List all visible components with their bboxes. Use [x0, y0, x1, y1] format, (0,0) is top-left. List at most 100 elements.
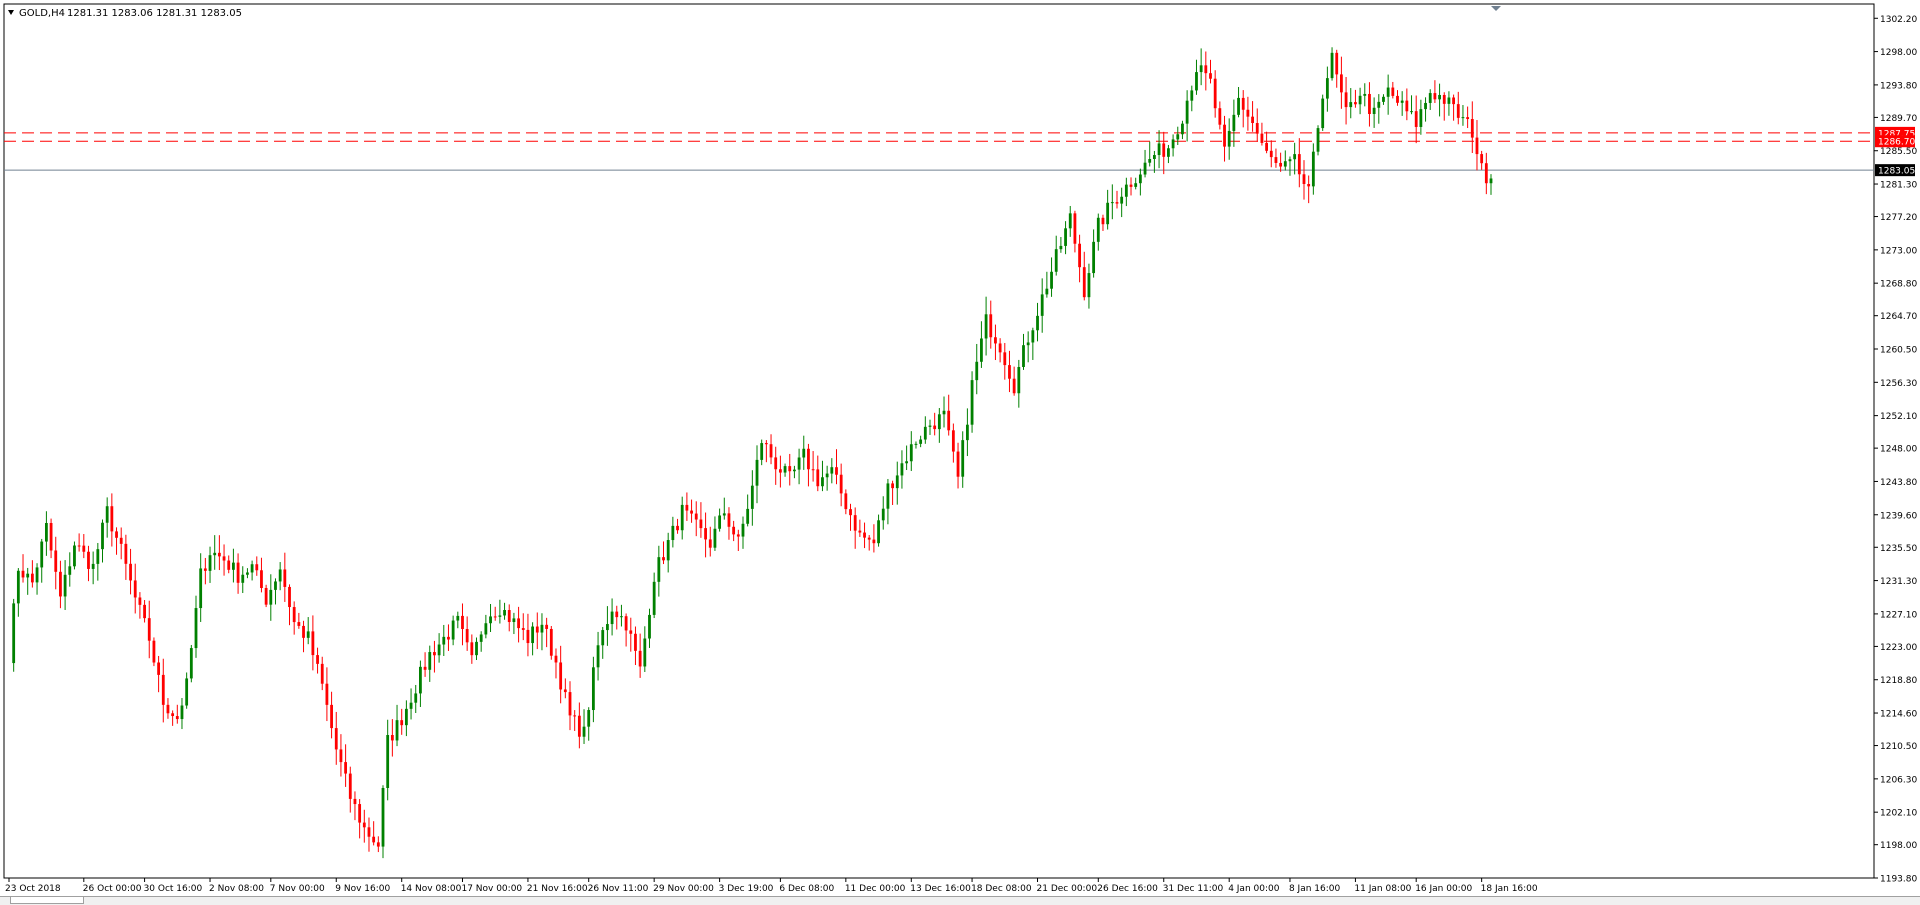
y-tick-label: 1293.80 [1880, 81, 1917, 91]
candle-body [400, 720, 404, 726]
candle-body [12, 603, 16, 664]
candle-body [577, 715, 581, 737]
chart-header: GOLD,H4 1281.31 1283.06 1281.31 1283.05 [8, 8, 242, 19]
candle-body [615, 611, 619, 618]
candle-body [484, 623, 488, 635]
candle-body [26, 573, 30, 578]
candle-body [1461, 117, 1465, 119]
candle-body [671, 525, 675, 541]
x-tick-label: 23 Oct 2018 [5, 884, 61, 894]
candle-body [1438, 94, 1441, 100]
candle-body [1382, 96, 1385, 102]
candle-body [582, 726, 586, 737]
x-tick-label: 14 Nov 08:00 [401, 884, 462, 894]
candle-body [1101, 217, 1105, 225]
current-price-tag: 1283.05 [1875, 164, 1915, 177]
candle-body [194, 608, 198, 649]
candle-body [793, 469, 796, 472]
candle-body [1316, 128, 1320, 152]
candle-body [652, 581, 656, 615]
level-price-tag-2-text: 1286.70 [1878, 138, 1915, 148]
candle-body [1185, 100, 1189, 124]
candle-body [1209, 73, 1212, 79]
candle-body [199, 568, 203, 609]
candle-body [905, 461, 909, 464]
candle-body [217, 552, 221, 557]
candle-body [311, 631, 315, 656]
candle-body [802, 448, 806, 458]
y-tick-label: 1239.60 [1880, 511, 1917, 521]
candle [1321, 94, 1325, 131]
candle-body [521, 628, 525, 630]
y-tick-label: 1214.60 [1880, 710, 1917, 720]
candle [970, 371, 974, 433]
current-price-tag-text: 1283.05 [1878, 167, 1915, 177]
candle-body [433, 652, 436, 656]
candle-body [465, 629, 469, 643]
candle-body [1078, 243, 1081, 268]
candle-body [1358, 95, 1362, 105]
candle-body [591, 667, 595, 711]
y-tick-label: 1256.30 [1880, 379, 1917, 389]
candle-body [386, 734, 390, 788]
candle-body [1213, 78, 1217, 109]
candle-body [1181, 123, 1184, 135]
candle-body [1447, 97, 1451, 104]
candle-body [568, 692, 572, 716]
candle-body [526, 629, 530, 644]
candle-body [998, 343, 1002, 353]
candle-body [811, 469, 815, 471]
y-tick-label: 1218.80 [1880, 676, 1917, 686]
candle-body [666, 540, 670, 561]
candle-body [77, 545, 81, 547]
candle-body [1218, 108, 1222, 125]
y-tick-label: 1264.70 [1880, 312, 1917, 322]
x-tick-label: 17 Nov 00:00 [461, 884, 522, 894]
candle-body [1377, 101, 1381, 108]
candle [152, 637, 156, 667]
candle-body [447, 636, 450, 640]
candle-body [1204, 65, 1208, 74]
candle-body [1363, 93, 1367, 96]
candle-body [1372, 107, 1376, 115]
candle-body [877, 520, 880, 544]
candle-body [956, 451, 960, 477]
candle-body [1237, 97, 1240, 115]
candle-body [404, 708, 408, 726]
candle-body [124, 543, 128, 564]
x-tick-label: 6 Dec 08:00 [779, 884, 834, 894]
candle-body [330, 704, 333, 729]
y-tick-label: 1277.20 [1880, 213, 1917, 223]
candle-body [203, 568, 207, 571]
candle-body [1054, 249, 1058, 272]
candle-body [54, 550, 58, 572]
y-tick-label: 1268.80 [1880, 280, 1917, 290]
candle-body [1176, 134, 1180, 140]
candle-body [367, 827, 371, 837]
candle-body [255, 564, 259, 571]
candle-body [638, 650, 642, 667]
candle-body [358, 804, 362, 823]
candle-body [573, 715, 577, 717]
x-tick-label: 26 Nov 11:00 [588, 884, 649, 894]
candle-body [129, 563, 132, 581]
candle-body [601, 630, 605, 646]
candle-body [1157, 143, 1161, 156]
candle-body [16, 570, 20, 604]
candle-body [171, 713, 175, 717]
candle-body [559, 662, 563, 690]
candle-body [858, 530, 862, 533]
candle-body [746, 508, 750, 524]
candle-body [423, 666, 427, 670]
candle-body [1480, 154, 1484, 164]
chart-tab[interactable] [10, 897, 84, 904]
candle-body [479, 634, 483, 642]
candle-body [166, 704, 170, 714]
candle-body [381, 787, 385, 847]
candle-body [1428, 93, 1432, 103]
candle-body [994, 337, 997, 344]
candle-body [835, 467, 838, 475]
candle-body [764, 443, 768, 445]
candle [12, 598, 16, 672]
candle-body [1269, 150, 1273, 158]
